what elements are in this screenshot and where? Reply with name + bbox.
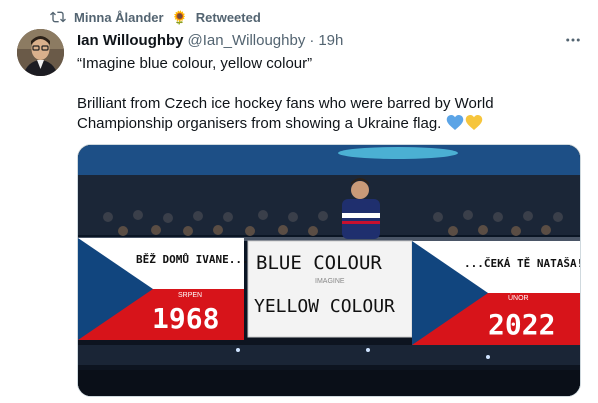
tweet-description: Brilliant from Czech ice hockey fans who… bbox=[77, 95, 494, 132]
tweet-photo[interactable]: BĚŽ DOMŮ IVANE... SRPEN 1968 BLUE COLOUR… bbox=[77, 144, 581, 397]
sunflower-emoji: 🌻 bbox=[171, 9, 188, 25]
left-banner: BĚŽ DOMŮ IVANE... SRPEN 1968 bbox=[78, 238, 249, 340]
center-top-text: BLUE COLOUR bbox=[256, 252, 382, 274]
center-banner: BLUE COLOUR IMAGINE YELLOW COLOUR bbox=[247, 240, 413, 338]
tweet-body: “Imagine blue colour, yellow colour” Bri… bbox=[77, 54, 585, 134]
retweeted-label: Retweeted bbox=[195, 9, 261, 25]
center-bottom-text: YELLOW COLOUR bbox=[254, 296, 395, 317]
avatar[interactable] bbox=[17, 29, 64, 76]
yellow-heart-icon bbox=[465, 115, 482, 130]
retweeter-name[interactable]: Minna Ålander bbox=[74, 10, 164, 25]
tweet-header: Ian Willoughby @Ian_Willoughby · 19h bbox=[77, 30, 583, 50]
right-month-text: ÚNOR bbox=[508, 293, 529, 302]
more-icon[interactable] bbox=[563, 30, 583, 50]
right-year-text: 2022 bbox=[488, 308, 555, 341]
more-dots-icon bbox=[566, 38, 580, 42]
hockey-arena-photo: BĚŽ DOMŮ IVANE... SRPEN 1968 BLUE COLOUR… bbox=[78, 145, 581, 396]
retweet-icon bbox=[50, 11, 66, 23]
author-handle[interactable]: @Ian_Willoughby bbox=[188, 32, 306, 49]
tweet-time[interactable]: 19h bbox=[318, 32, 343, 49]
separator-dot: · bbox=[309, 31, 315, 49]
blue-heart-icon bbox=[446, 115, 463, 130]
avatar-image bbox=[17, 29, 64, 76]
hearts-emoji bbox=[446, 114, 483, 131]
left-year-text: 1968 bbox=[152, 302, 219, 335]
center-mid-text: IMAGINE bbox=[315, 278, 345, 285]
retweet-context[interactable]: Minna Ålander 🌻 Retweeted bbox=[50, 8, 261, 26]
tweet-quote-line: “Imagine blue colour, yellow colour” bbox=[77, 55, 313, 72]
right-banner: ...ČEKÁ TĚ NATAŠA! ÚNOR 2022 bbox=[412, 241, 581, 345]
right-banner-text: ...ČEKÁ TĚ NATAŠA! bbox=[464, 257, 581, 270]
author-name[interactable]: Ian Willoughby bbox=[77, 32, 184, 49]
left-banner-text: BĚŽ DOMŮ IVANE... bbox=[136, 253, 249, 266]
left-month-text: SRPEN bbox=[178, 292, 202, 299]
